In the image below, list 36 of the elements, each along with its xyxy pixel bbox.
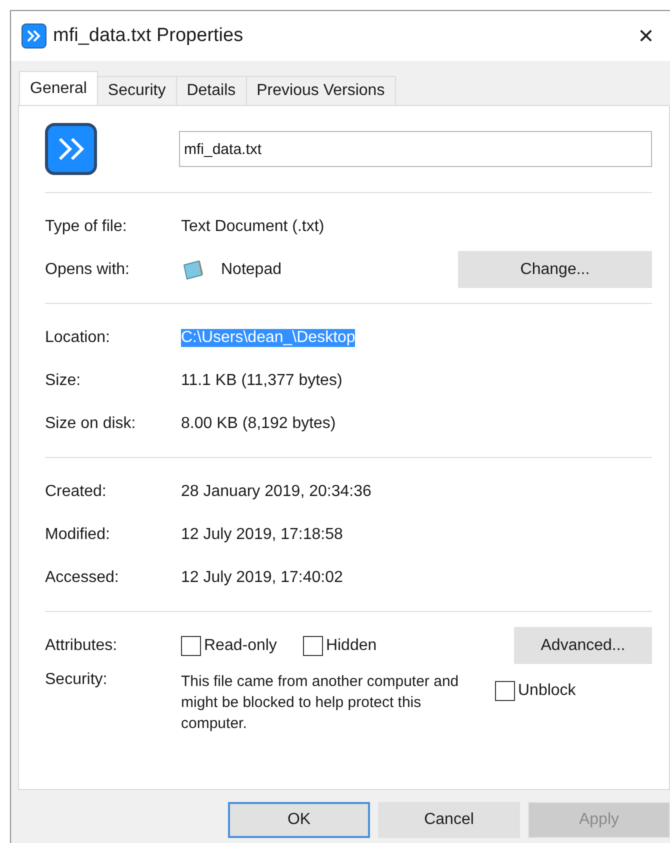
field-value: C:\Users\dean_\Desktop (181, 328, 356, 346)
checkbox-label: Read-only (204, 636, 277, 654)
field-label: Accessed: (45, 568, 120, 586)
field-label: Type of file: (45, 218, 128, 236)
file-icon (45, 123, 97, 175)
checkbox[interactable] (181, 636, 201, 656)
checkbox[interactable] (495, 681, 515, 701)
security-message: This file came from another computer and might be blocked to help protect this computer. (181, 672, 460, 734)
tab[interactable]: General (19, 71, 98, 105)
close-button[interactable]: ✕ (626, 16, 666, 56)
checkbox-label: Unblock (518, 682, 576, 700)
field-value: 12 July 2019, 17:40:02 (181, 568, 343, 586)
checkbox[interactable] (302, 636, 323, 656)
field-value: 28 January 2019, 20:34:36 (181, 482, 372, 500)
field-label: Size on disk: (45, 414, 137, 432)
field-label: Security: (45, 671, 108, 689)
field-value: 11.1 KB (11,377 bytes) (181, 372, 342, 390)
field-label: Created: (45, 482, 108, 500)
dialog-button[interactable]: OK (228, 802, 370, 838)
field-label: Size: (45, 372, 82, 390)
field-label: Opens with: (45, 260, 130, 278)
file-icon (21, 23, 47, 49)
dialog-button[interactable]: Cancel (378, 802, 520, 838)
tab[interactable]: Previous Versions (246, 76, 396, 105)
file-name-field[interactable]: mfi_data.txt (179, 131, 652, 167)
advanced-button[interactable]: Advanced... (514, 627, 652, 664)
field-value: Text Document (.txt) (181, 218, 324, 236)
field-label: Attributes: (45, 636, 118, 654)
field-value: 12 July 2019, 17:18:58 (181, 526, 343, 544)
change-button[interactable]: Change... (458, 251, 652, 288)
field-label: Location: (45, 328, 111, 346)
field-value: Notepad (221, 260, 282, 278)
window-title: mfi_data.txt Properties (53, 25, 244, 47)
field-label: Modified: (45, 526, 111, 544)
checkbox-label: Hidden (326, 636, 377, 654)
field-value: 8.00 KB (8,192 bytes) (181, 414, 336, 432)
